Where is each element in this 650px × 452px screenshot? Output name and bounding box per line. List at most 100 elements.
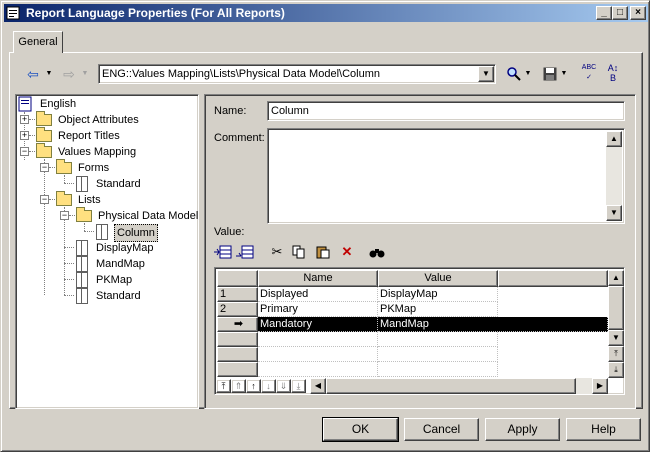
grid-vscrollbar[interactable]: ▲ ▼ ⤒ ⤓ [608,270,624,378]
empty-cell[interactable] [258,362,378,377]
scroll-bottom-icon[interactable]: ⤓ [608,362,624,378]
tree-connector [84,231,94,232]
name-field[interactable]: Column [267,101,625,121]
tree-item-label: Lists [78,194,101,206]
collapse-minus-icon[interactable]: − [60,211,69,220]
value-grid[interactable]: Name Value 1 Displayed DisplayMap 2 Prim… [214,267,625,395]
row-header[interactable] [217,332,258,347]
sheet-icon [96,224,108,240]
table-cell-value[interactable]: MandMap [378,317,608,332]
add-row-icon[interactable] [235,242,255,262]
maximize-button[interactable]: □ [612,6,628,20]
collapse-minus-icon[interactable]: − [20,147,29,156]
tree-connector [29,119,35,120]
move-to-top-icon[interactable]: ⤒ [216,379,231,393]
scroll-left-icon[interactable]: ◀ [310,378,326,394]
scroll-down-icon[interactable]: ▼ [608,330,624,346]
tree-connector [64,207,65,295]
row-header[interactable] [217,347,258,362]
tree-connector [44,159,45,295]
tree-connector [64,175,65,183]
spell-check-icon[interactable]: ABC ✓ [579,63,599,85]
forward-arrow-icon[interactable]: ⇨ [59,63,79,85]
back-arrow-icon[interactable]: ⇦ [23,63,43,85]
save-icon[interactable] [541,63,559,85]
cancel-button[interactable]: Cancel [404,418,479,441]
scroll-down-icon[interactable]: ▼ [606,205,622,221]
row-header[interactable] [217,362,258,377]
find-icon[interactable] [505,63,523,85]
path-combobox[interactable]: ENG::Values Mapping\Lists\Physical Data … [98,64,496,84]
paste-icon[interactable] [313,242,333,262]
help-button[interactable]: Help [566,418,641,441]
path-text: ENG::Values Mapping\Lists\Physical Data … [102,68,380,80]
tree-connector [84,223,85,231]
apply-button[interactable]: Apply [485,418,560,441]
collapse-minus-icon[interactable]: − [40,195,49,204]
move-up-page-icon[interactable]: ⇑ [231,379,246,393]
scroll-up-icon[interactable]: ▲ [606,131,622,147]
empty-cell[interactable] [378,362,498,377]
row-header[interactable]: 1 [217,287,258,302]
tree-connector [49,167,55,168]
expand-plus-icon[interactable]: + [20,115,29,124]
scroll-top-icon[interactable]: ⤒ [608,346,624,362]
table-cell-name[interactable]: Mandatory [258,317,378,332]
expand-plus-icon[interactable]: + [20,131,29,140]
scroll-up-icon[interactable]: ▲ [608,270,624,286]
scroll-right-icon[interactable]: ▶ [592,378,608,394]
tree-connector [64,279,74,280]
empty-cell[interactable] [378,332,498,347]
column-header-name[interactable]: Name [258,270,378,287]
move-up-icon[interactable]: ↑ [246,379,261,393]
find-dropdown-icon[interactable]: ▼ [523,63,533,85]
forward-dropdown-icon[interactable]: ▼ [79,63,91,85]
book-icon [18,96,32,112]
save-dropdown-icon[interactable]: ▼ [559,63,569,85]
table-cell-value[interactable]: DisplayMap [378,287,498,302]
folder-open-icon [76,207,92,222]
current-row-arrow-icon[interactable]: ➡ [217,317,258,332]
empty-cell[interactable] [378,347,498,362]
report-language-properties-window: Report Language Properties (For All Repo… [0,0,650,452]
collapse-minus-icon[interactable]: − [40,163,49,172]
table-cell-value[interactable]: PKMap [378,302,498,317]
move-down-icon[interactable]: ↓ [261,379,276,393]
empty-cell[interactable] [258,347,378,362]
sort-ab-icon[interactable]: A↕ B [603,63,623,85]
tree-connector [64,263,74,264]
tree-view[interactable]: English + Object Attributes + Report Tit… [15,94,199,409]
column-header-empty [498,270,608,287]
cut-icon[interactable]: ✂ [267,242,287,262]
table-cell-name[interactable]: Primary [258,302,378,317]
binoculars-icon[interactable] [367,242,387,262]
comment-field[interactable]: ▲ ▼ [267,128,625,224]
move-to-bottom-icon[interactable]: ⤓ [291,379,306,393]
ok-button[interactable]: OK [322,417,399,442]
app-icon [6,6,20,20]
close-button[interactable]: × [630,6,646,20]
tab-general[interactable]: General [13,31,63,53]
folder-icon [36,127,52,142]
tree-item-label: Forms [78,162,110,174]
move-down-page-icon[interactable]: ⇓ [276,379,291,393]
back-dropdown-icon[interactable]: ▼ [43,63,55,85]
sheet-icon [76,272,88,288]
title-bar[interactable]: Report Language Properties (For All Repo… [4,4,648,22]
insert-row-icon[interactable] [213,242,233,262]
sheet-icon [76,288,88,304]
copy-icon[interactable] [289,242,309,262]
empty-cell[interactable] [258,332,378,347]
folder-open-icon [56,191,72,206]
column-header-value[interactable]: Value [378,270,498,287]
scroll-thumb[interactable] [608,286,624,330]
delete-icon[interactable]: ✕ [337,242,357,262]
comment-scrollbar[interactable]: ▲ ▼ [606,131,622,221]
row-header[interactable]: 2 [217,302,258,317]
chevron-down-icon[interactable]: ▼ [478,66,494,82]
scroll-thumb[interactable] [326,378,576,394]
minimize-button[interactable]: _ [596,6,612,20]
grid-hscrollbar[interactable]: ◀ ▶ [310,378,608,394]
table-cell-name[interactable]: Displayed [258,287,378,302]
tree-connector [64,295,74,296]
